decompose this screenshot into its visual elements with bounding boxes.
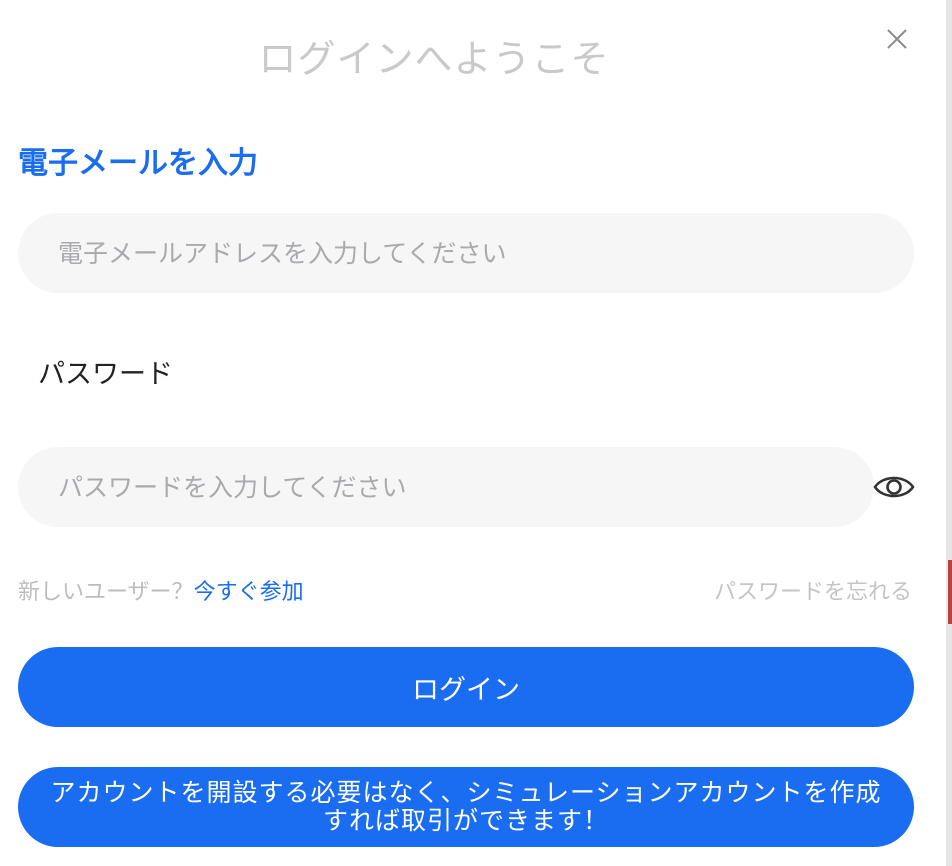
join-now-link[interactable]: 今すぐ参加 [194, 580, 304, 605]
background-page-edge [946, 0, 952, 866]
new-user-prompt: 新しいユーザー？ [18, 580, 194, 605]
password-label: パスワード [38, 359, 173, 390]
eye-icon [873, 476, 915, 498]
background-page-accent [948, 560, 952, 624]
forgot-password-link[interactable]: パスワードを忘れる [714, 574, 912, 606]
email-input[interactable] [18, 213, 914, 293]
login-button[interactable]: ログイン [18, 647, 914, 727]
password-input[interactable] [18, 447, 874, 527]
modal-title: ログインへようこそ [258, 37, 610, 81]
login-modal: ログインへようこそ 電子メールを入力 パスワード 新しいユーザー？今すぐ参加 パ… [0, 0, 952, 866]
password-visibility-toggle[interactable] [872, 468, 916, 506]
signup-row: 新しいユーザー？今すぐ参加 [18, 574, 304, 606]
close-button[interactable] [880, 22, 914, 56]
close-icon [887, 29, 907, 49]
simulation-account-button[interactable]: アカウントを開設する必要はなく、シミュレーションアカウントを作成すれば取引ができ… [18, 767, 914, 847]
email-section-heading: 電子メールを入力 [18, 146, 258, 181]
